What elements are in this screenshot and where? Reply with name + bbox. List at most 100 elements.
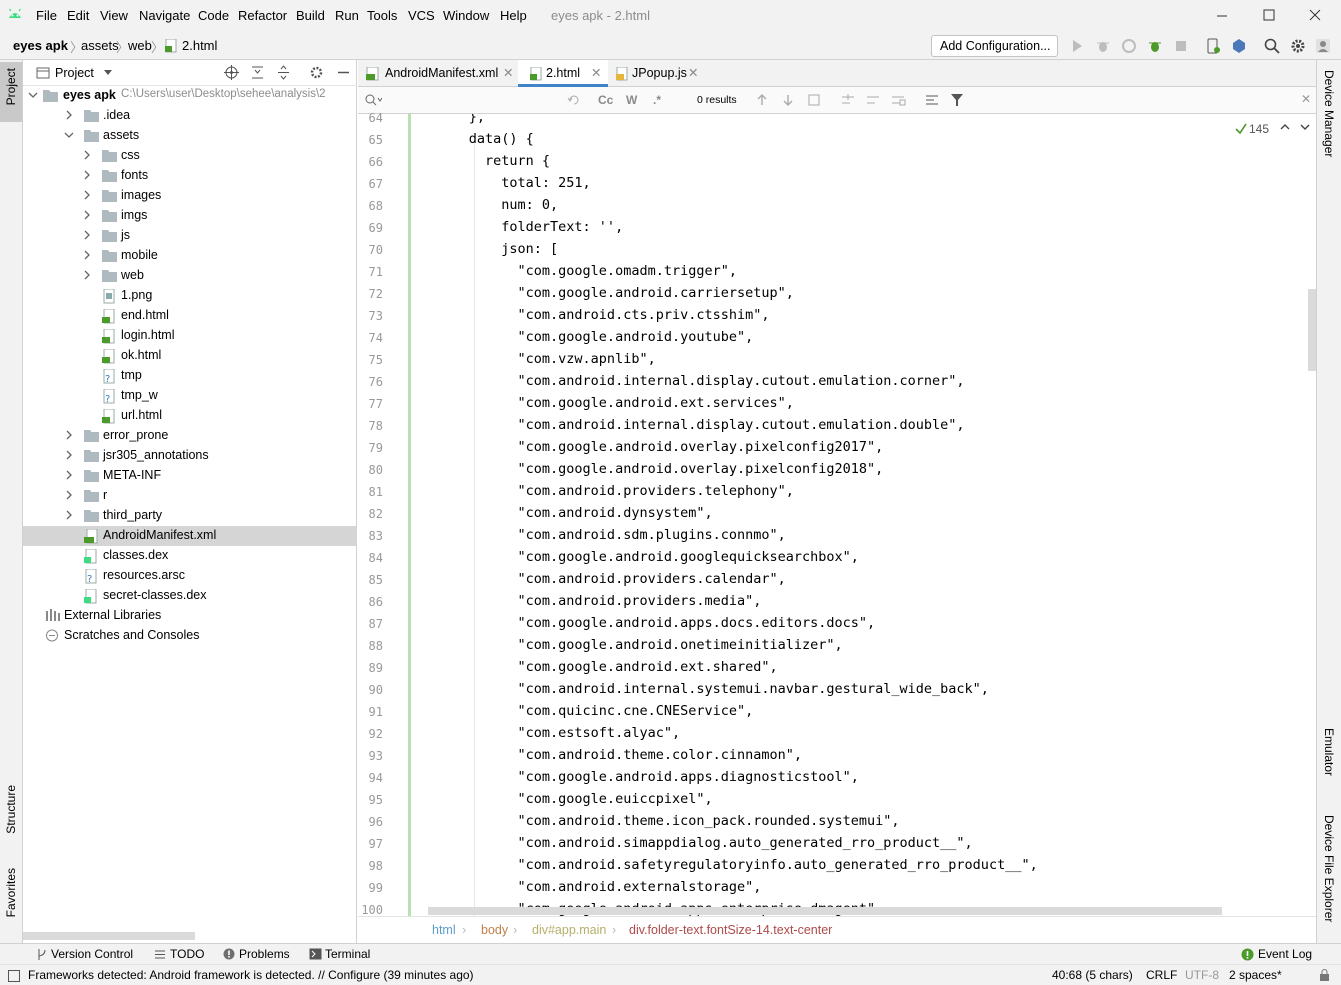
code-line[interactable]: }, [420,114,485,125]
tree-item-file-secret-classes-dex[interactable]: secret-classes.dex [23,586,357,606]
next-highlight-icon[interactable] [1299,121,1311,133]
history-icon[interactable] [567,93,581,107]
tree-item-folder-fonts[interactable]: fonts [23,166,357,186]
tree-item-file-tmp-w[interactable]: ? tmp_w [23,386,357,406]
indent-setting[interactable]: 2 spaces* [1229,968,1282,982]
close-find-icon[interactable]: ✕ [1301,92,1311,106]
menu-code[interactable]: Code [198,8,229,23]
todo-tab[interactable]: TODO [170,947,204,961]
inspection-count[interactable]: 145 [1249,122,1269,136]
sdk-manager-icon[interactable] [1230,37,1248,55]
hide-panel-icon[interactable] [336,65,351,80]
breadcrumb-html[interactable]: html [432,923,456,937]
tree-item-file-tmp[interactable]: ? tmp [23,366,357,386]
remove-occurrence-icon[interactable] [865,93,881,107]
menu-navigate[interactable]: Navigate [139,8,190,23]
match-case-icon[interactable]: Cc [598,93,613,107]
filter-icon[interactable] [950,93,964,107]
version-control-tab[interactable]: Version Control [51,947,133,961]
chevron-right-icon[interactable] [64,430,74,440]
code-line[interactable]: "com.google.android.apps.docs.editors.do… [420,615,876,631]
code-line[interactable]: "com.google.android.ext.services", [420,395,794,411]
previous-highlight-icon[interactable] [1279,121,1291,133]
stop-icon[interactable] [1172,37,1190,55]
breadcrumb-project[interactable]: eyes apk [13,38,68,53]
code-line[interactable]: "com.google.android.apps.diagnosticstool… [420,769,859,785]
code-line[interactable]: "com.google.android.ext.shared", [420,659,778,675]
close-tab-icon[interactable]: ✕ [503,65,513,80]
chevron-right-icon[interactable] [82,250,92,260]
code-line[interactable]: "com.android.internal.display.cutout.emu… [420,373,965,389]
chevron-right-icon[interactable] [82,210,92,220]
device-manager-icon[interactable] [1204,37,1222,55]
code-line[interactable]: "com.android.simappdialog.auto_generated… [420,835,973,851]
code-line[interactable]: "com.android.externalstorage", [420,879,762,895]
menu-build[interactable]: Build [296,8,325,23]
chevron-right-icon[interactable] [64,510,74,520]
tree-root[interactable]: eyes apk C:\Users\user\Desktop\sehee\anal… [23,86,357,106]
tree-item-file-login-html[interactable]: login.html [23,326,357,346]
tree-item-file-resources-arsc[interactable]: ? resources.arsc [23,566,357,586]
tree-item-folder-css[interactable]: css [23,146,357,166]
chevron-right-icon[interactable] [64,470,74,480]
tree-item-scratches-and-consoles[interactable]: Scratches and Consoles [23,626,357,646]
code-line[interactable]: "com.google.android.googlequicksearchbox… [420,549,859,565]
tree-item-file-android-manifest[interactable]: AndroidManifest.xml [23,526,357,546]
code-line[interactable]: "com.android.providers.calendar", [420,571,786,587]
settings-gear-icon[interactable] [1289,37,1307,55]
multiline-icon[interactable] [924,93,940,107]
tree-item-file-end-html[interactable]: end.html [23,306,357,326]
tree-item-file-1-png[interactable]: 1.png [23,286,357,306]
code-line[interactable]: "com.estsoft.alyac", [420,725,681,741]
attach-debugger-icon[interactable] [1146,37,1164,55]
structure-tool-tab[interactable]: Structure [4,785,18,834]
tree-item-file-ok-html[interactable]: ok.html [23,346,357,366]
run-icon[interactable] [1068,37,1086,55]
code-line[interactable]: "com.android.safetyregulatoryinfo.auto_g… [420,857,1038,873]
caret-position[interactable]: 40:68 (5 chars) [1052,968,1133,982]
emulator-tool-tab[interactable]: Emulator [1322,728,1336,776]
tree-item-folder-assets[interactable]: assets [23,126,357,146]
settings-gear-icon[interactable] [309,65,324,80]
maximize-icon[interactable] [1259,6,1279,26]
tab-android-manifest[interactable]: AndroidManifest.xml ✕ [358,60,518,87]
code-line[interactable]: return { [420,153,550,169]
status-frame-icon[interactable] [8,970,20,982]
code-editor[interactable]: }, data() { return { total: 251, num: 0,… [412,114,1228,916]
code-line[interactable]: "com.android.sdm.plugins.connmo", [420,527,786,543]
find-input[interactable] [384,91,584,110]
code-line[interactable]: "com.quicinc.cne.CNEService", [420,703,754,719]
chevron-down-icon[interactable] [103,69,113,77]
tab-jpopup-js[interactable]: JPopup.js ✕ [608,60,703,87]
event-log-tab[interactable]: Event Log [1258,947,1312,961]
code-line[interactable]: folderText: '', [420,219,623,235]
lock-icon[interactable] [1319,969,1330,982]
code-line[interactable]: data() { [420,131,534,147]
menu-file[interactable]: File [36,8,57,23]
breadcrumb-file[interactable]: 2.html [182,38,217,53]
code-line[interactable]: "com.android.theme.color.cinnamon", [420,747,802,763]
code-line[interactable]: "com.google.android.onetimeinitializer", [420,637,843,653]
code-line[interactable]: "com.google.android.carriersetup", [420,285,794,301]
breadcrumb-body[interactable]: body [481,923,508,937]
previous-occurrence-icon[interactable] [755,93,769,107]
menu-edit[interactable]: Edit [67,8,89,23]
menu-run[interactable]: Run [335,8,359,23]
favorites-tool-tab[interactable]: Favorites [4,868,18,917]
close-tab-icon[interactable]: ✕ [688,65,698,80]
tree-item-folder-meta-inf[interactable]: META-INF [23,466,357,486]
whole-words-icon[interactable]: W [626,93,637,107]
menu-view[interactable]: View [100,8,128,23]
tree-item-folder-mobile[interactable]: mobile [23,246,357,266]
chevron-right-icon[interactable] [82,230,92,240]
tree-item-folder-web[interactable]: web [23,266,357,286]
code-line[interactable]: total: 251, [420,175,590,191]
close-tab-icon[interactable]: ✕ [591,65,601,80]
project-tool-tab[interactable]: Project [4,68,18,105]
chevron-right-icon[interactable] [64,110,74,120]
menu-help[interactable]: Help [500,8,527,23]
chevron-right-icon[interactable] [64,450,74,460]
code-line[interactable]: "com.android.providers.telephony", [420,483,794,499]
code-line[interactable]: json: [ [420,241,558,257]
code-line[interactable]: "com.google.euiccpixel", [420,791,713,807]
